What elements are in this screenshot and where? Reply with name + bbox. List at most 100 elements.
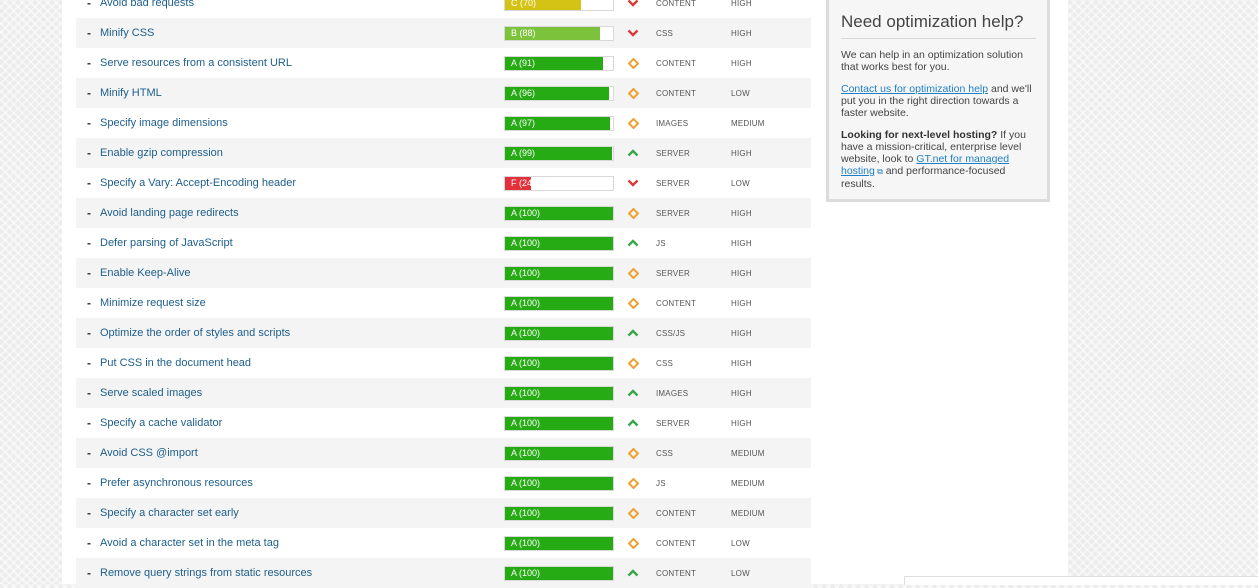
expand-toggle-icon[interactable]: - <box>78 198 100 228</box>
help-intro: We can help in an optimization solution … <box>841 49 1023 73</box>
rule-name[interactable]: Enable gzip compression <box>100 147 504 159</box>
rule-name[interactable]: Optimize the order of styles and scripts <box>100 327 504 339</box>
hosting-heading: Looking for next-level hosting? <box>841 129 998 141</box>
rule-priority: HIGH <box>731 328 752 338</box>
table-row[interactable]: - Prefer asynchronous resources A (100) JS M… <box>76 468 811 498</box>
rule-type: IMAGES <box>656 118 689 128</box>
grade-bar: A (100) <box>504 235 614 251</box>
grade-label: A (100) <box>511 537 541 548</box>
trend-up-icon <box>619 569 647 577</box>
rule-name[interactable]: Minimize request size <box>100 297 504 309</box>
trend-same-icon <box>619 477 647 489</box>
rule-name[interactable]: Minify HTML <box>100 87 504 99</box>
rule-type: CONTENT <box>656 58 697 68</box>
rule-name[interactable]: Serve scaled images <box>100 387 504 399</box>
rule-name[interactable]: Avoid bad requests <box>100 0 504 9</box>
expand-toggle-icon[interactable]: - <box>78 108 100 138</box>
rule-name[interactable]: Specify a Vary: Accept-Encoding header <box>100 177 504 189</box>
table-row[interactable]: - Minify CSS B (88) CSS HIGH <box>76 18 811 48</box>
table-row[interactable]: - Avoid CSS @import A (100) CSS MEDIUM <box>76 438 811 468</box>
rule-type: CONTENT <box>656 568 697 578</box>
expand-toggle-icon[interactable]: - <box>78 528 100 558</box>
expand-toggle-icon[interactable]: - <box>78 48 100 78</box>
table-row[interactable]: - Specify image dimensions A (97) IMAGES MED… <box>76 108 811 138</box>
expand-toggle-icon[interactable]: - <box>78 318 100 348</box>
expand-toggle-icon[interactable]: - <box>78 18 100 48</box>
rule-priority: LOW <box>731 178 750 188</box>
rule-type: JS <box>656 238 666 248</box>
grade-bar: A (91) <box>504 55 614 71</box>
table-row[interactable]: - Optimize the order of styles and script… <box>76 318 811 348</box>
table-row[interactable]: - Defer parsing of JavaScript A (100) JS HIG… <box>76 228 811 258</box>
rule-name[interactable]: Prefer asynchronous resources <box>100 477 504 489</box>
table-row[interactable]: - Serve scaled images A (100) IMAGES HIGH <box>76 378 811 408</box>
table-row[interactable]: - Minify HTML A (96) CONTENT LOW <box>76 78 811 108</box>
rule-type: IMAGES <box>656 388 689 398</box>
rule-name[interactable]: Avoid CSS @import <box>100 447 504 459</box>
grade-bar: A (100) <box>504 415 614 431</box>
help-hosting: Looking for next-level hosting? If you h… <box>841 129 1039 190</box>
expand-toggle-icon[interactable]: - <box>78 168 100 198</box>
grade-bar: C (70) <box>504 0 614 11</box>
trend-same-icon <box>619 267 647 279</box>
rule-name[interactable]: Defer parsing of JavaScript <box>100 237 504 249</box>
trend-up-icon <box>619 329 647 337</box>
expand-toggle-icon[interactable]: - <box>78 138 100 168</box>
table-row[interactable]: - Avoid bad requests C (70) CONTENT HIGH <box>76 0 811 18</box>
grade-bar: A (97) <box>504 115 614 131</box>
rule-name[interactable]: Minify CSS <box>100 27 504 39</box>
rule-priority: HIGH <box>731 268 752 278</box>
grade-bar: A (100) <box>504 475 614 491</box>
expand-toggle-icon[interactable]: - <box>78 348 100 378</box>
expand-toggle-icon[interactable]: - <box>78 288 100 318</box>
expand-toggle-icon[interactable]: - <box>78 438 100 468</box>
rule-priority: HIGH <box>731 58 752 68</box>
table-row[interactable]: - Specify a Vary: Accept-Encoding header F… <box>76 168 811 198</box>
rule-type: SERVER <box>656 178 690 188</box>
expand-toggle-icon[interactable]: - <box>78 468 100 498</box>
rule-priority: HIGH <box>731 148 752 158</box>
rule-name[interactable]: Specify image dimensions <box>100 117 504 129</box>
expand-toggle-icon[interactable]: - <box>78 258 100 288</box>
table-row[interactable]: - Serve resources from a consistent URL A … <box>76 48 811 78</box>
expand-toggle-icon[interactable]: - <box>78 78 100 108</box>
table-row[interactable]: - Specify a cache validator A (100) SERVER H… <box>76 408 811 438</box>
trend-same-icon <box>619 87 647 99</box>
rule-priority: MEDIUM <box>731 508 765 518</box>
rule-name[interactable]: Remove query strings from static resourc… <box>100 567 504 579</box>
rule-type: SERVER <box>656 208 690 218</box>
rule-name[interactable]: Enable Keep-Alive <box>100 267 504 279</box>
expand-toggle-icon[interactable]: - <box>78 378 100 408</box>
rule-priority: HIGH <box>731 28 752 38</box>
expand-toggle-icon[interactable]: - <box>78 0 100 18</box>
rule-priority: MEDIUM <box>731 118 765 128</box>
trend-up-icon <box>619 389 647 397</box>
expand-toggle-icon[interactable]: - <box>78 498 100 528</box>
expand-toggle-icon[interactable]: - <box>78 408 100 438</box>
rule-type: CONTENT <box>656 0 697 8</box>
table-row[interactable]: - Minimize request size A (100) CONTENT HIGH <box>76 288 811 318</box>
table-row[interactable]: - Enable Keep-Alive A (100) SERVER HIGH <box>76 258 811 288</box>
expand-toggle-icon[interactable]: - <box>78 228 100 258</box>
rule-priority: HIGH <box>731 358 752 368</box>
rule-priority: MEDIUM <box>731 478 765 488</box>
grade-label: A (96) <box>511 87 536 98</box>
table-row[interactable]: - Enable gzip compression A (99) SERVER HIGH <box>76 138 811 168</box>
grade-bar: A (100) <box>504 295 614 311</box>
rule-name[interactable]: Avoid a character set in the meta tag <box>100 537 504 549</box>
rule-name[interactable]: Specify a cache validator <box>100 417 504 429</box>
rule-name[interactable]: Serve resources from a consistent URL <box>100 57 504 69</box>
table-row[interactable]: - Avoid landing page redirects A (100) SERV… <box>76 198 811 228</box>
grade-bar: A (100) <box>504 355 614 371</box>
table-row[interactable]: - Avoid a character set in the meta tag A … <box>76 528 811 558</box>
rule-name[interactable]: Put CSS in the document head <box>100 357 504 369</box>
rule-name[interactable]: Specify a character set early <box>100 507 504 519</box>
help-title: Need optimization help? <box>841 12 1036 39</box>
table-row[interactable]: - Put CSS in the document head A (100) CSS H… <box>76 348 811 378</box>
trend-same-icon <box>619 297 647 309</box>
rule-priority: HIGH <box>731 238 752 248</box>
contact-link[interactable]: Contact us for optimization help <box>841 83 988 95</box>
table-row[interactable]: - Specify a character set early A (100) CON… <box>76 498 811 528</box>
rule-priority: HIGH <box>731 208 752 218</box>
rule-name[interactable]: Avoid landing page redirects <box>100 207 504 219</box>
